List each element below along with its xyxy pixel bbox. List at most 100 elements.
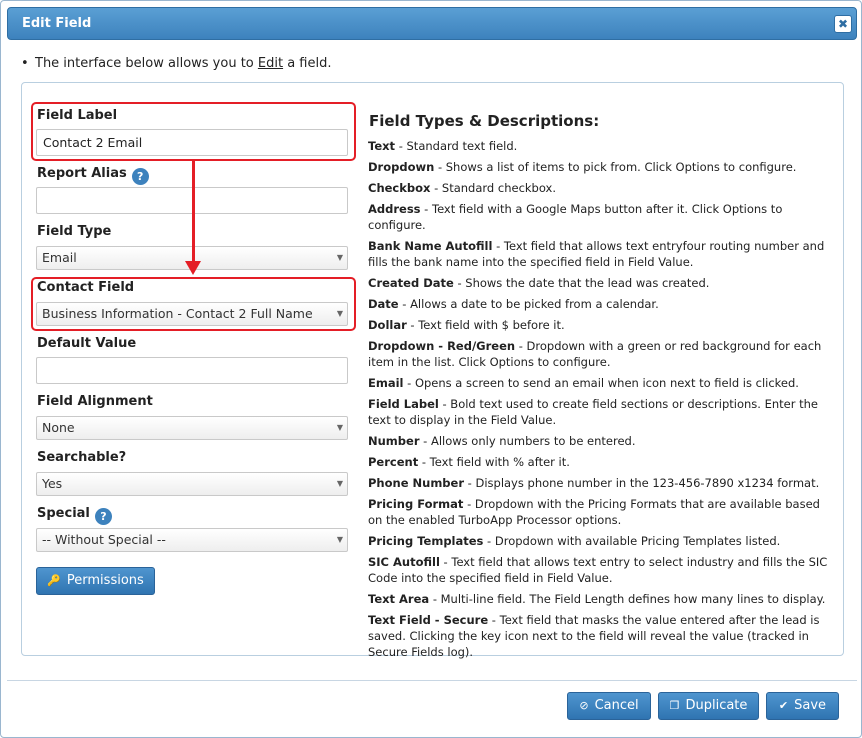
field-type-desc: - Opens a screen to send an email when i… [403,376,799,390]
field-type-item: Pricing Format - Dropdown with the Prici… [368,496,834,528]
chevron-down-icon: ▼ [336,423,343,432]
cancel-button[interactable]: ⊘ Cancel [567,692,651,720]
field-type-name: Text Field - Secure [368,613,489,627]
duplicate-button[interactable]: ❐ Duplicate [658,692,759,720]
contact-field-highlight [31,277,356,331]
field-label-highlight [31,102,356,161]
field-type-item: Phone Number - Displays phone number in … [368,475,834,491]
field-types-title: Field Types & Descriptions: [369,112,600,130]
cancel-icon: ⊘ [579,699,589,712]
intro-text: • The interface below allows you to Edit… [21,56,332,71]
chevron-down-icon: ▼ [336,479,343,488]
intro-edit-link[interactable]: Edit [258,56,283,71]
permissions-button[interactable]: 🔑 Permissions [36,567,155,595]
field-type-desc: - Text field with $ before it. [406,318,565,332]
searchable-select[interactable]: Yes ▼ [36,472,348,496]
default-value-input[interactable] [36,357,348,384]
special-label-text: Special [37,506,90,521]
chevron-down-icon: ▼ [336,535,343,544]
field-type-name: Date [368,297,399,311]
field-type-name: Email [368,376,404,390]
special-selected: -- Without Special -- [42,532,166,547]
field-type-name: Percent [368,455,419,469]
field-type-desc: - Standard checkbox. [430,181,556,195]
dialog-title: Edit Field [22,16,92,31]
special-select[interactable]: -- Without Special -- ▼ [36,528,348,552]
field-type-item: Percent - Text field with % after it. [368,454,834,470]
permissions-button-label: Permissions [66,573,144,588]
field-alignment-select[interactable]: None ▼ [36,416,348,440]
field-alignment-selected: None [42,420,75,435]
close-icon[interactable]: ✖ [834,15,852,33]
field-type-item: Email - Opens a screen to send an email … [368,375,834,391]
field-type-desc: - Multi-line field. The Field Length def… [429,592,826,606]
field-type-item: Date - Allows a date to be picked from a… [368,296,834,312]
field-type-name: Pricing Format [368,497,464,511]
field-type-desc: - Text field with % after it. [418,455,570,469]
field-type-item: Number - Allows only numbers to be enter… [368,433,834,449]
field-type-desc: - Displays phone number in the 123-456-7… [464,476,820,490]
searchable-label: Searchable? [37,450,127,465]
field-type-item: Dropdown - Shows a list of items to pick… [368,159,834,175]
searchable-selected: Yes [42,476,63,491]
report-alias-label: Report Alias? [37,166,149,185]
save-button[interactable]: ✔ Save [766,692,839,720]
field-type-name: Text [368,139,396,153]
field-type-name: Dropdown [368,160,435,174]
field-type-label: Field Type [37,224,112,239]
field-type-item: Text Area - Multi-line field. The Field … [368,591,834,607]
help-icon[interactable]: ? [131,168,149,185]
key-icon: 🔑 [47,574,61,587]
field-type-name: Text Area [368,592,430,606]
field-type-name: Dropdown - Red/Green [368,339,516,353]
field-type-desc: - Dropdown with available Pricing Templa… [483,534,781,548]
highlight-arrow-line [192,161,195,265]
field-type-item: Field Label - Bold text used to create f… [368,396,834,428]
chevron-down-icon: ▼ [336,253,343,262]
duplicate-button-label: Duplicate [685,698,748,713]
field-type-desc: - Allows a date to be picked from a cale… [398,297,659,311]
report-alias-label-text: Report Alias [37,166,127,181]
field-type-name: Checkbox [368,181,431,195]
edit-field-dialog: Edit Field ✖ • The interface below allow… [0,0,862,738]
field-type-name: Dollar [368,318,407,332]
cancel-button-label: Cancel [594,698,639,713]
field-type-desc: - Standard text field. [395,139,518,153]
field-type-name: Address [368,202,421,216]
dialog-titlebar: Edit Field ✖ [7,7,857,40]
field-type-name: Field Label [368,397,439,411]
field-type-name: Pricing Templates [368,534,484,548]
field-type-desc: - Shows a list of items to pick from. Cl… [434,160,797,174]
special-label: Special? [37,506,112,525]
check-icon: ✔ [778,699,789,712]
intro-bullet: • [21,56,29,71]
field-type-name: Number [368,434,420,448]
field-alignment-label: Field Alignment [37,394,153,409]
field-type-desc: - Shows the date that the lead was creat… [453,276,710,290]
copy-icon: ❐ [669,699,680,712]
intro-after: a field. [283,56,332,71]
field-type-item: Dollar - Text field with $ before it. [368,317,834,333]
default-value-label: Default Value [37,336,137,351]
field-type-item: Bank Name Autofill - Text field that all… [368,238,834,270]
intro-before: The interface below allows you to [35,56,258,71]
field-type-name: Bank Name Autofill [368,239,493,253]
field-type-desc: - Allows only numbers to be entered. [419,434,636,448]
field-type-name: Phone Number [368,476,465,490]
field-type-desc: - Text field with a Google Maps button a… [368,202,783,232]
field-types-list: Text - Standard text field. Dropdown - Sh… [368,138,834,665]
field-type-item: Dropdown - Red/Green - Dropdown with a g… [368,338,834,370]
field-type-name: Created Date [368,276,454,290]
field-type-item: Pricing Templates - Dropdown with availa… [368,533,834,549]
save-button-label: Save [794,698,827,713]
field-type-item: Created Date - Shows the date that the l… [368,275,834,291]
field-type-item: Checkbox - Standard checkbox. [368,180,834,196]
field-type-item: SIC Autofill - Text field that allows te… [368,554,834,586]
field-type-selected: Email [42,250,77,265]
arrow-down-icon [185,261,201,275]
field-type-item: Text Field - Secure - Text field that ma… [368,612,834,660]
field-type-item: Address - Text field with a Google Maps … [368,201,834,233]
help-icon[interactable]: ? [94,508,112,525]
field-type-name: SIC Autofill [368,555,440,569]
footer-divider [7,680,857,681]
